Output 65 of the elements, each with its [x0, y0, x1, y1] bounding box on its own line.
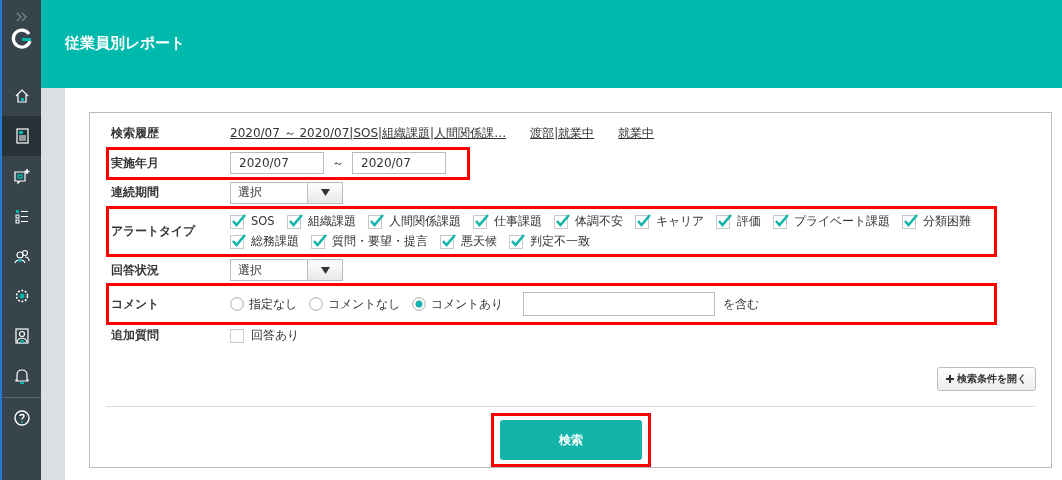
radio-label: 指定なし: [249, 295, 297, 313]
checklist-icon: [12, 207, 31, 225]
radio-button[interactable]: [309, 297, 323, 312]
checkbox[interactable]: [715, 213, 733, 230]
checkbox-label: 仕事課題: [493, 213, 542, 229]
checkbox[interactable]: [901, 213, 919, 230]
select-field[interactable]: 選択: [230, 259, 343, 282]
expand-icon[interactable]: [15, 12, 28, 22]
field-suffix: を含む: [723, 295, 759, 313]
radio-label: コメントなし: [328, 295, 400, 313]
checkbox[interactable]: [311, 233, 328, 250]
history-link[interactable]: 就業中: [618, 125, 655, 143]
field-label: コメント: [110, 296, 160, 312]
portrait-icon: [12, 327, 31, 345]
checkbox[interactable]: [509, 233, 526, 250]
field-label: 検索履歴: [110, 126, 160, 142]
field-label: 追加質問: [110, 327, 160, 343]
checkbox-label: 判定不一致: [530, 233, 590, 249]
date-field[interactable]: 2020/07: [352, 152, 446, 175]
radio-button[interactable]: [412, 297, 426, 312]
field-label: アラートタイプ: [110, 223, 197, 239]
checkbox[interactable]: [553, 213, 571, 230]
checkbox-label: SOS: [251, 214, 275, 229]
field-label: 回答状況: [110, 262, 160, 278]
history-link[interactable]: 2020/07 ～ 2020/07|SOS|組織課題|人間関係課…: [230, 125, 507, 143]
checkbox-label: 回答あり: [251, 326, 299, 344]
history-link[interactable]: 渡部|就業中: [530, 125, 595, 143]
radio-button[interactable]: [230, 297, 244, 312]
expand-conditions-button[interactable]: 検索条件を開く: [937, 367, 1036, 391]
help-icon: [12, 409, 31, 427]
page-title: 従業員別レポート: [65, 33, 185, 53]
checkbox[interactable]: [230, 213, 247, 230]
checkbox[interactable]: [472, 213, 490, 230]
checkbox[interactable]: [367, 213, 385, 230]
select-field[interactable]: 選択: [230, 181, 343, 204]
range-separator: ～: [332, 154, 344, 172]
checkbox[interactable]: [230, 327, 247, 343]
field-label: 実施年月: [110, 155, 160, 171]
checkbox[interactable]: [772, 213, 790, 230]
checkbox-label: キャリア: [655, 213, 704, 229]
checkbox-label: 評価: [736, 213, 761, 229]
checkbox-label: 体調不安: [574, 213, 623, 229]
checkbox-label: プライベート課題: [793, 213, 890, 229]
chat-add-icon: [12, 167, 31, 185]
comment-field[interactable]: [523, 292, 715, 317]
checkbox[interactable]: [230, 233, 247, 250]
checkbox-label: 組織課題: [307, 213, 356, 229]
field-label: 連続期間: [110, 185, 160, 201]
sidebar-item[interactable]: [2, 116, 41, 156]
checkbox-label: 分類困難: [922, 213, 971, 229]
checkbox-label: 人間関係課題: [388, 213, 461, 229]
checkbox-label: 総務課題: [251, 233, 299, 249]
dropdown-icon: [320, 266, 330, 274]
radio-label: コメントあり: [431, 295, 503, 313]
checkbox-label: 悪天候: [461, 233, 497, 249]
plus-icon: [946, 375, 954, 383]
date-field[interactable]: 2020/07: [230, 152, 324, 175]
checkbox-label: 質問・要望・提言: [332, 233, 428, 249]
checkbox[interactable]: [634, 213, 652, 230]
checkbox[interactable]: [286, 213, 304, 230]
checkbox[interactable]: [440, 233, 457, 250]
logo-icon: [10, 28, 33, 50]
dropdown-icon: [320, 189, 330, 197]
bell-icon: [12, 367, 31, 385]
people-icon: [12, 247, 31, 265]
